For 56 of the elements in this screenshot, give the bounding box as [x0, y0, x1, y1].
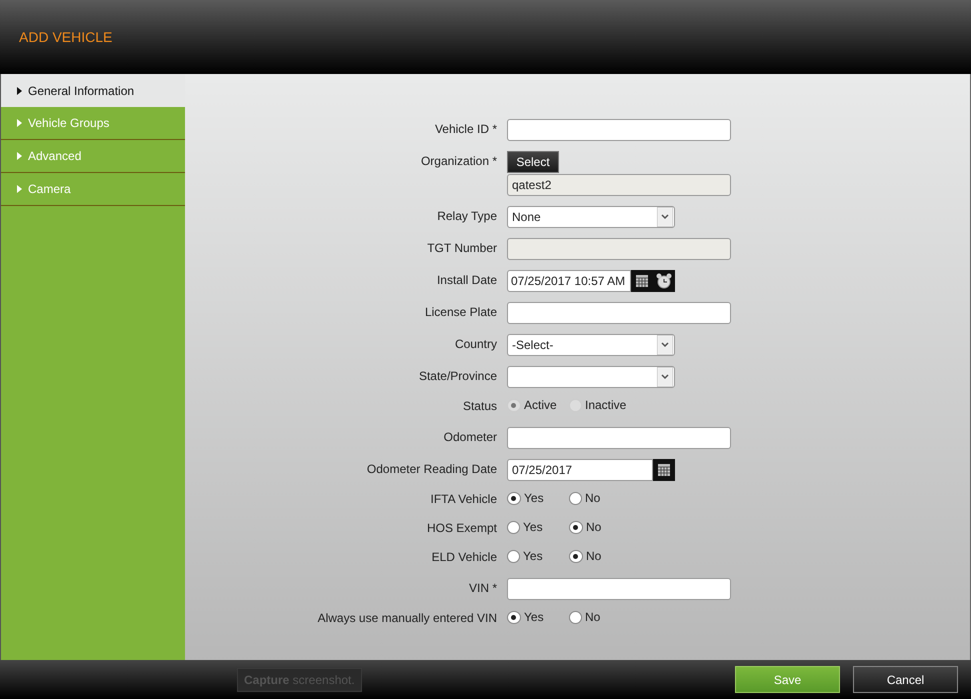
radio-option[interactable]: No [569, 610, 623, 624]
caret-icon [17, 185, 22, 193]
field-label: License Plate [424, 304, 497, 321]
caret-icon [17, 119, 22, 127]
field-label: Country [454, 336, 497, 353]
chevron-down-icon [657, 207, 673, 227]
field-label: VIN * [468, 580, 497, 597]
radio-button[interactable] [569, 492, 582, 504]
field-label: Organization * [420, 153, 497, 170]
field-label: Install Date [436, 272, 497, 289]
field-label: IFTA Vehicle [430, 491, 497, 508]
field-label: Vehicle ID * [434, 121, 497, 138]
field-label: Odometer [442, 429, 497, 446]
field-label: Odometer Reading Date [366, 461, 497, 478]
input-field[interactable]: qatest2 [507, 174, 731, 196]
radio-button[interactable] [507, 492, 521, 504]
calendar-icon[interactable] [631, 270, 653, 292]
select-button[interactable]: Select [507, 151, 559, 173]
radio-option[interactable]: No [569, 520, 623, 534]
caret-icon [17, 152, 22, 160]
sidebar-item[interactable]: General Information [1, 74, 185, 107]
field-label: TGT Number [426, 240, 497, 257]
radio-button[interactable] [507, 520, 520, 534]
field-label: Always use manually entered VIN [316, 610, 497, 627]
input-field[interactable] [507, 302, 731, 324]
chevron-down-icon [657, 367, 673, 387]
radio-option[interactable]: No [569, 549, 623, 563]
radio-option[interactable]: No [569, 491, 623, 505]
input-field[interactable] [507, 119, 731, 141]
alarm-clock-icon[interactable] [653, 270, 675, 292]
radio-button[interactable] [569, 520, 583, 534]
date-field[interactable]: 07/25/2017 [507, 459, 653, 481]
field-label: ELD Vehicle [430, 549, 497, 566]
dropdown[interactable] [507, 366, 675, 388]
dropdown[interactable]: None [507, 206, 675, 228]
radio-option[interactable]: Yes [507, 549, 561, 563]
dropdown[interactable]: -Select- [507, 334, 675, 356]
radio-button[interactable] [569, 610, 582, 624]
caret-icon [17, 86, 22, 94]
calendar-icon[interactable] [653, 459, 675, 481]
field-label: Status [462, 398, 497, 415]
field-label: HOS Exempt [426, 520, 497, 537]
chevron-down-icon [657, 335, 673, 355]
cancel-button[interactable]: Cancel [853, 666, 958, 693]
date-field[interactable]: 07/25/2017 10:57 AM [507, 270, 631, 292]
radio-option[interactable]: Yes [507, 610, 561, 624]
radio-option[interactable]: Yes [507, 520, 561, 534]
radio-button[interactable] [569, 550, 583, 562]
window-title: ADD VEHICLE [19, 29, 112, 45]
input-field[interactable] [507, 578, 731, 600]
radio-button[interactable] [507, 550, 520, 562]
field-label: Relay Type [436, 208, 497, 225]
radio-option[interactable]: Yes [507, 491, 561, 505]
radio-button[interactable] [507, 610, 521, 624]
field-label: State/Province [418, 368, 497, 385]
input-field[interactable] [507, 427, 731, 449]
